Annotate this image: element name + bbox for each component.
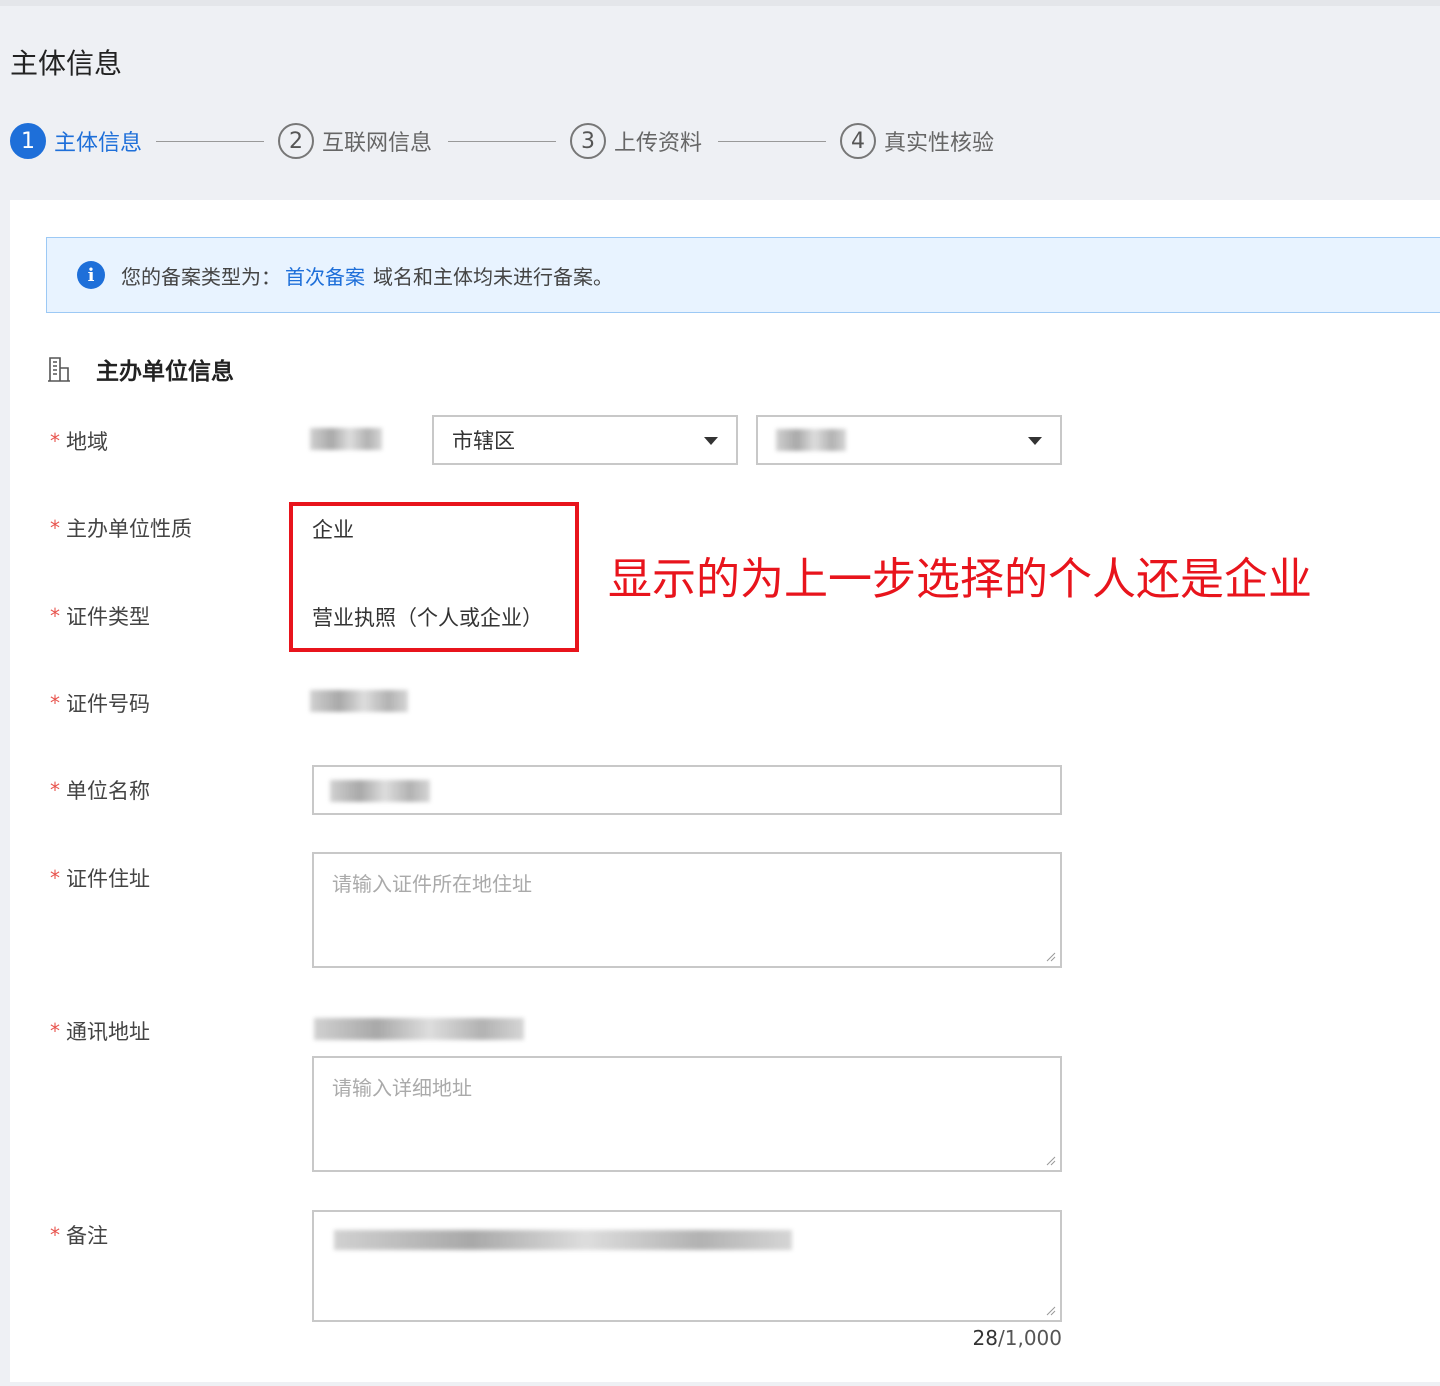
district-select[interactable] xyxy=(756,415,1062,465)
section-title: 主办单位信息 xyxy=(96,359,234,385)
filing-type-notice: i 您的备案类型为： 首次备案 域名和主体均未进行备案。 xyxy=(46,237,1440,313)
required-mark: * xyxy=(50,1019,60,1043)
region-label: * 地域 xyxy=(50,426,108,456)
required-mark: * xyxy=(50,1223,60,1247)
org-nature-label: * 主办单位性质 xyxy=(50,513,192,543)
step-number: 1 xyxy=(10,123,46,159)
annotation-text: 显示的为上一步选择的个人还是企业 xyxy=(608,554,1312,605)
required-mark: * xyxy=(50,866,60,890)
required-mark: * xyxy=(50,516,60,540)
form-card: i 您的备案类型为： 首次备案 域名和主体均未进行备案。 主办单位信息 * 地域… xyxy=(10,200,1440,1382)
org-name-redacted xyxy=(330,780,430,802)
chevron-down-icon xyxy=(704,437,718,445)
cert-address-textarea[interactable]: 请输入证件所在地住址 xyxy=(312,852,1062,968)
remark-char-counter: 28/1,000 xyxy=(973,1326,1062,1350)
resize-grip-icon[interactable] xyxy=(1046,952,1056,962)
org-nature-label-text: 主办单位性质 xyxy=(66,517,192,541)
step-label: 真实性核验 xyxy=(884,131,995,156)
top-divider xyxy=(0,0,1440,6)
cert-number-label: * 证件号码 xyxy=(50,688,150,718)
required-mark: * xyxy=(50,778,60,802)
cert-address-label: * 证件住址 xyxy=(50,863,150,893)
remark-value-redacted xyxy=(334,1230,792,1250)
filing-type: 首次备案 xyxy=(285,264,365,289)
step-number: 3 xyxy=(570,123,606,159)
mail-address-label: * 通讯地址 xyxy=(50,1016,150,1046)
notice-prefix: 您的备案类型为： xyxy=(121,264,281,289)
org-name-input[interactable] xyxy=(312,765,1062,815)
step-4: 4 真实性核验 xyxy=(840,122,994,160)
required-mark: * xyxy=(50,604,60,628)
city-select-value: 市辖区 xyxy=(452,429,515,453)
city-select[interactable]: 市辖区 xyxy=(432,415,738,465)
org-name-label: * 单位名称 xyxy=(50,775,150,805)
province-value-redacted xyxy=(310,428,382,450)
region-label-text: 地域 xyxy=(66,430,108,454)
step-number: 4 xyxy=(840,123,876,159)
remark-count-max: /1,000 xyxy=(998,1326,1062,1350)
mail-address-label-text: 通讯地址 xyxy=(66,1020,150,1044)
step-number: 2 xyxy=(278,123,314,159)
resize-grip-icon[interactable] xyxy=(1046,1156,1056,1166)
section-header: 主办单位信息 xyxy=(46,354,234,385)
step-label: 主体信息 xyxy=(54,131,143,156)
step-1: 1 主体信息 xyxy=(10,122,142,160)
chevron-down-icon xyxy=(1028,437,1042,445)
cert-type-label-text: 证件类型 xyxy=(66,605,150,629)
step-connector xyxy=(718,141,826,142)
cert-type-label: * 证件类型 xyxy=(50,601,150,631)
cert-number-label-text: 证件号码 xyxy=(66,692,150,716)
step-label: 互联网信息 xyxy=(322,131,433,156)
mail-region-redacted xyxy=(314,1018,524,1040)
building-icon xyxy=(48,357,70,382)
notice-description: 域名和主体均未进行备案。 xyxy=(373,264,613,289)
annotation-highlight-box xyxy=(289,502,579,652)
remark-label: * 备注 xyxy=(50,1220,108,1250)
info-icon: i xyxy=(77,261,105,289)
mail-address-placeholder: 请输入详细地址 xyxy=(332,1076,472,1100)
step-3: 3 上传资料 xyxy=(570,122,702,160)
page-title: 主体信息 xyxy=(10,47,123,80)
remark-textarea[interactable] xyxy=(312,1210,1062,1322)
mail-address-textarea[interactable]: 请输入详细地址 xyxy=(312,1056,1062,1172)
cert-address-placeholder: 请输入证件所在地住址 xyxy=(332,872,532,896)
step-label: 上传资料 xyxy=(614,131,703,156)
required-mark: * xyxy=(50,429,60,453)
cert-number-redacted xyxy=(310,690,408,712)
step-2: 2 互联网信息 xyxy=(278,122,432,160)
step-indicator: 1 主体信息 2 互联网信息 3 上传资料 4 真实性核验 xyxy=(10,122,1010,160)
step-connector xyxy=(448,141,556,142)
district-value-redacted xyxy=(776,429,846,451)
org-name-label-text: 单位名称 xyxy=(66,779,150,803)
required-mark: * xyxy=(50,691,60,715)
step-connector xyxy=(156,141,264,142)
resize-grip-icon[interactable] xyxy=(1046,1306,1056,1316)
remark-count-current: 28 xyxy=(972,1326,998,1350)
remark-label-text: 备注 xyxy=(66,1224,108,1248)
cert-address-label-text: 证件住址 xyxy=(66,867,150,891)
